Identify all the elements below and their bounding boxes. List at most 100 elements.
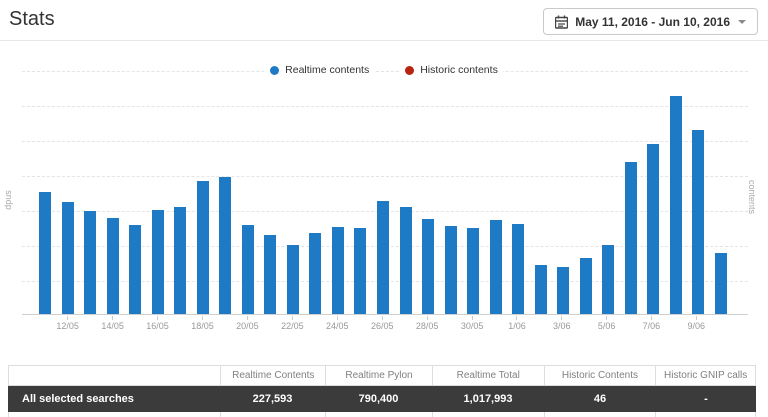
tick-slot: 9/06 xyxy=(685,316,707,331)
tick-slot: 26/05 xyxy=(371,316,394,331)
x-tick-mark xyxy=(247,316,248,320)
bar-realtime-3/06[interactable] xyxy=(557,267,569,314)
column-header-blank xyxy=(9,366,220,385)
bar-realtime-20/05[interactable] xyxy=(242,225,254,314)
page-title: Stats xyxy=(9,8,55,31)
bar-realtime-31/05[interactable] xyxy=(490,220,502,314)
bar-realtime-23/05[interactable] xyxy=(309,233,321,314)
tick-slot xyxy=(124,316,146,331)
tick-slot: 14/05 xyxy=(101,316,124,331)
bar-realtime-16/05[interactable] xyxy=(152,210,164,314)
column-header: Historic Contents xyxy=(544,366,656,385)
bar-realtime-19/05[interactable] xyxy=(219,177,231,314)
bar-realtime-1/06[interactable] xyxy=(512,224,524,314)
bar-slot xyxy=(282,71,305,314)
bar-realtime-12/05[interactable] xyxy=(62,202,74,314)
x-tick-mark xyxy=(561,316,562,320)
next-row-cell xyxy=(655,412,755,417)
legend-label: Historic contents xyxy=(420,64,498,76)
bar-slot xyxy=(147,71,170,314)
x-tick-label: 30/05 xyxy=(461,321,484,331)
legend-item[interactable]: Historic contents xyxy=(400,62,503,78)
bar-realtime-15/05[interactable] xyxy=(129,225,141,314)
bar-realtime-30/05[interactable] xyxy=(467,228,479,314)
bar-realtime-24/05[interactable] xyxy=(332,227,344,314)
bar-realtime-4/06[interactable] xyxy=(580,258,592,314)
bar-slot xyxy=(552,71,575,314)
bar-realtime-21/05[interactable] xyxy=(264,235,276,314)
x-tick-mark xyxy=(292,316,293,320)
row-value: - xyxy=(656,386,756,412)
x-tick-mark xyxy=(202,316,203,320)
bar-realtime-9/06[interactable] xyxy=(692,130,704,314)
bar-slot xyxy=(664,71,687,314)
bar-realtime-17/05[interactable] xyxy=(174,207,186,314)
date-range-button[interactable]: May 11, 2016 - Jun 10, 2016 xyxy=(543,8,758,35)
calendar-icon xyxy=(555,15,568,29)
next-row-cell xyxy=(432,412,544,417)
bar-realtime-22/05[interactable] xyxy=(287,245,299,314)
bar-slot xyxy=(709,71,732,314)
bar-realtime-5/06[interactable] xyxy=(602,245,614,314)
tick-slot xyxy=(304,316,326,331)
bar-realtime-29/05[interactable] xyxy=(445,226,457,314)
bar-slot xyxy=(124,71,147,314)
tick-slot xyxy=(394,316,416,331)
tick-slot: 16/05 xyxy=(146,316,169,331)
x-tick-mark xyxy=(606,316,607,320)
bar-slot xyxy=(619,71,642,314)
bar-slot xyxy=(484,71,507,314)
bar-slot xyxy=(574,71,597,314)
bar-realtime-25/05[interactable] xyxy=(354,228,366,314)
bar-realtime-11/05[interactable] xyxy=(39,192,51,314)
tick-slot xyxy=(618,316,640,331)
bar-slot xyxy=(372,71,395,314)
caret-down-icon xyxy=(738,20,746,24)
row-value: 227,593 xyxy=(220,386,325,412)
bar-slot xyxy=(192,71,215,314)
tick-slot: 1/06 xyxy=(506,316,528,331)
table-next-row-sliver xyxy=(8,412,756,417)
x-tick-label: 18/05 xyxy=(191,321,214,331)
bar-realtime-13/05[interactable] xyxy=(84,211,96,314)
tick-slot: 5/06 xyxy=(595,316,617,331)
legend-dot-icon xyxy=(405,66,414,75)
bar-realtime-2/06[interactable] xyxy=(535,265,547,314)
tick-slot xyxy=(438,316,460,331)
x-tick-label: 24/05 xyxy=(326,321,349,331)
bar-realtime-8/06[interactable] xyxy=(670,96,682,314)
x-tick-label: 22/05 xyxy=(281,321,304,331)
legend-dot-icon xyxy=(270,66,279,75)
next-row-cell xyxy=(544,412,656,417)
bar-slot xyxy=(394,71,417,314)
tick-slot xyxy=(528,316,550,331)
tick-slot xyxy=(169,316,191,331)
bar-realtime-14/05[interactable] xyxy=(107,218,119,314)
bar-slot xyxy=(57,71,80,314)
bar-realtime-28/05[interactable] xyxy=(422,219,434,314)
x-tick-label: 12/05 xyxy=(56,321,79,331)
bar-realtime-6/06[interactable] xyxy=(625,162,637,314)
bar-realtime-26/05[interactable] xyxy=(377,201,389,314)
x-tick-label: 9/06 xyxy=(687,321,705,331)
bar-realtime-10/06[interactable] xyxy=(715,253,727,314)
table-row-all-searches: All selected searches227,593790,4001,017… xyxy=(8,386,756,412)
chart-legend: Realtime contents Historic contents xyxy=(0,62,768,78)
next-row-cell xyxy=(325,412,432,417)
y-axis-label-left: dpus xyxy=(3,190,13,210)
tick-slot: 3/06 xyxy=(551,316,573,331)
bar-slot xyxy=(529,71,552,314)
chart-panel: Realtime contentsHistoric contents dpus … xyxy=(0,41,768,345)
legend-item[interactable]: Realtime contents xyxy=(265,62,374,78)
column-header: Realtime Total xyxy=(432,366,544,385)
bar-realtime-7/06[interactable] xyxy=(647,144,659,314)
bar-slot xyxy=(687,71,710,314)
bar-slot xyxy=(462,71,485,314)
bar-slot xyxy=(642,71,665,314)
bar-realtime-27/05[interactable] xyxy=(400,207,412,314)
x-tick-label: 14/05 xyxy=(101,321,124,331)
bar-realtime-18/05[interactable] xyxy=(197,181,209,314)
bar-slot xyxy=(259,71,282,314)
tick-slot: 28/05 xyxy=(416,316,439,331)
x-tick-label: 28/05 xyxy=(416,321,439,331)
